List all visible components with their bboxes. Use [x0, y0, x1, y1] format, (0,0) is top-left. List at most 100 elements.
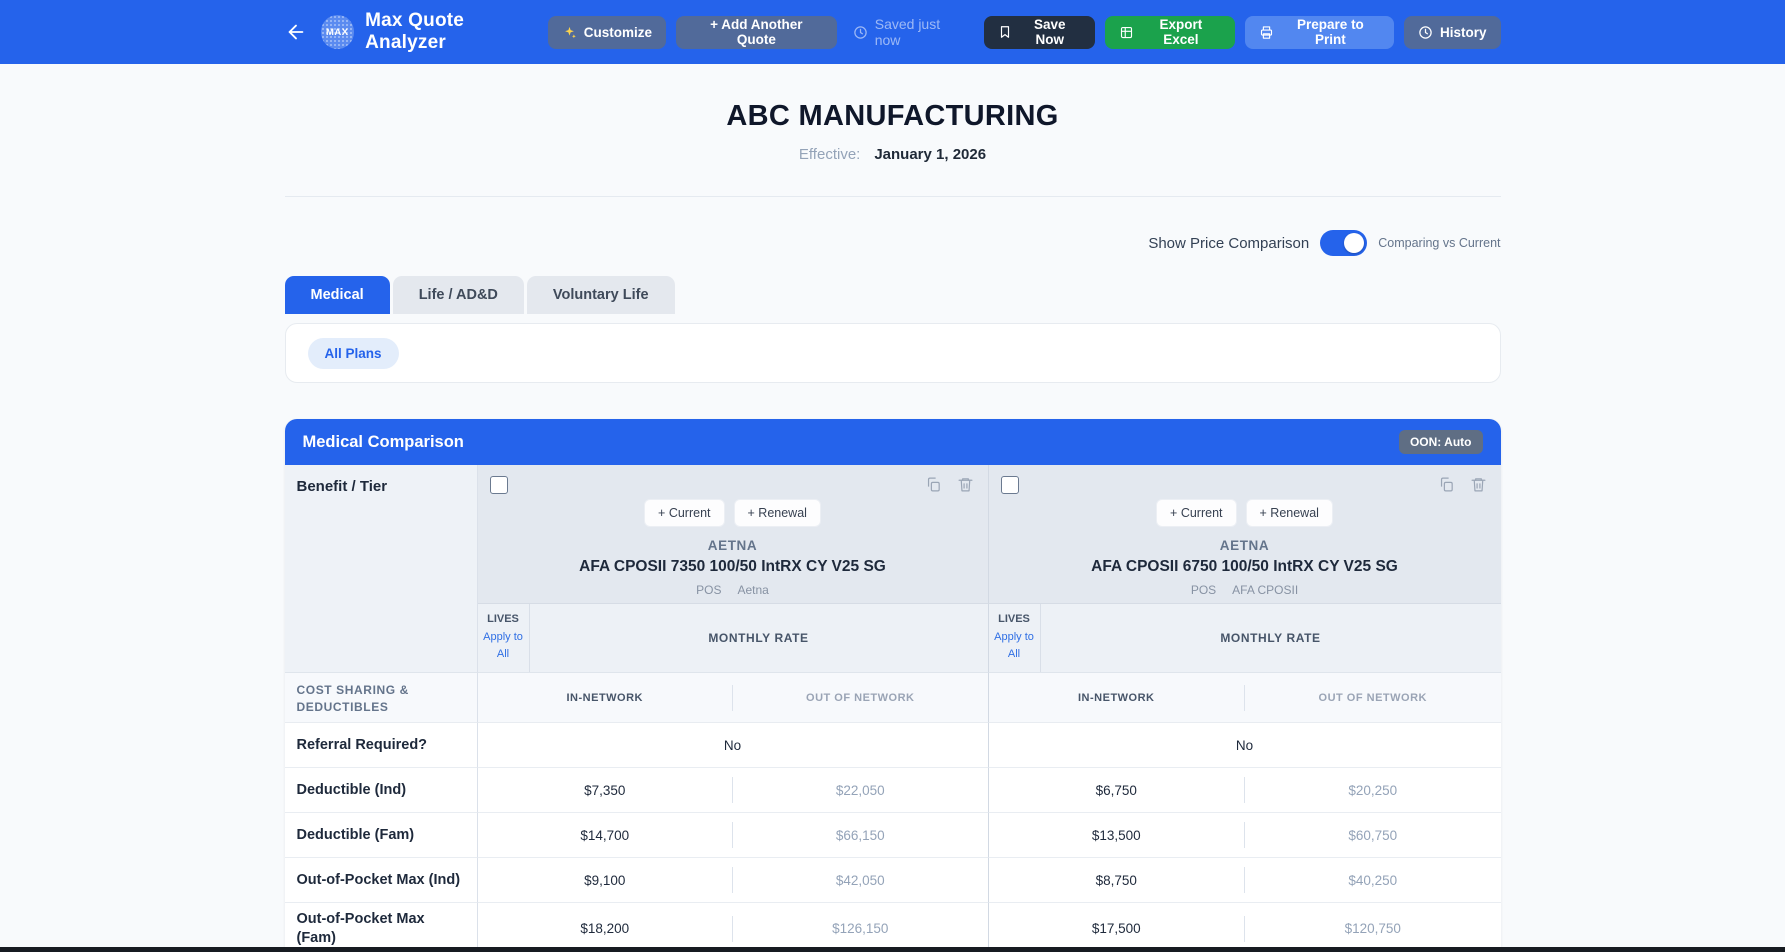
copy-icon[interactable]	[925, 476, 942, 493]
table-row-cell: $14,700 $66,150	[478, 813, 989, 858]
save-now-button[interactable]: Save Now	[984, 16, 1095, 49]
in-network-header: IN-NETWORK	[478, 673, 733, 722]
show-price-comparison-label: Show Price Comparison	[1148, 235, 1309, 252]
medical-comparison-panel: Medical Comparison OON: Auto Benefit / T…	[285, 419, 1501, 952]
tab-medical[interactable]: Medical	[285, 276, 390, 314]
add-current-button[interactable]: + Current	[644, 499, 724, 527]
effective-date-row: Effective: January 1, 2026	[285, 146, 1501, 163]
print-label: Prepare to Print	[1281, 17, 1380, 47]
save-now-label: Save Now	[1019, 17, 1081, 47]
prepare-to-print-button[interactable]: Prepare to Print	[1245, 16, 1394, 49]
table-row-cell: $18,200 $126,150	[478, 903, 989, 952]
cell-value-in-network: $14,700	[478, 813, 733, 857]
table-row-cell: $6,750 $20,250	[989, 768, 1501, 813]
plan-2-checkbox[interactable]	[1001, 476, 1019, 494]
export-excel-button[interactable]: Export Excel	[1105, 16, 1235, 49]
row-label: Deductible (Fam)	[285, 813, 478, 858]
clock-icon	[1418, 25, 1433, 40]
table-row-cell: $7,350 $22,050	[478, 768, 989, 813]
export-label: Export Excel	[1141, 17, 1221, 47]
network-headers-plan-1: IN-NETWORK OUT OF NETWORK	[478, 673, 989, 723]
cell-value-in-network: $6,750	[989, 768, 1245, 812]
apply-to-all-link[interactable]: Apply to All	[479, 629, 527, 663]
cell-value-out-network: $40,250	[1245, 858, 1501, 902]
benefit-tier-header: Benefit / Tier	[285, 465, 478, 673]
row-label: Out-of-Pocket Max (Ind)	[285, 858, 478, 903]
add-renewal-button[interactable]: + Renewal	[734, 499, 821, 527]
row-label: Deductible (Ind)	[285, 768, 478, 813]
app-title: Max Quote Analyzer	[365, 10, 548, 54]
section-divider	[285, 196, 1501, 197]
table-row-cell: $17,500 $120,750	[989, 903, 1501, 952]
copy-icon[interactable]	[1438, 476, 1455, 493]
toggle-knob	[1344, 233, 1364, 253]
plan-name: AFA CPOSII 6750 100/50 IntRX CY V25 SG	[989, 558, 1501, 576]
table-row-cell: No	[989, 723, 1501, 768]
add-another-quote-button[interactable]: + Add Another Quote	[676, 16, 837, 49]
all-plans-chip[interactable]: All Plans	[308, 338, 399, 369]
row-label: Referral Required?	[285, 723, 478, 768]
plan-carrier: AETNA	[478, 538, 988, 553]
cell-value-out-network: $22,050	[733, 768, 988, 812]
add-quote-label: + Add Another Quote	[690, 17, 823, 47]
show-price-comparison-toggle[interactable]	[1320, 230, 1367, 256]
top-navbar: MAX Max Quote Analyzer Customize + Add A…	[0, 0, 1785, 64]
table-row-cell: $9,100 $42,050	[478, 858, 989, 903]
cell-value-in-network: $7,350	[478, 768, 733, 812]
history-label: History	[1440, 25, 1487, 40]
cell-value-in-network: $17,500	[989, 903, 1245, 952]
plan-1-checkbox[interactable]	[490, 476, 508, 494]
saved-status: Saved just now	[847, 16, 974, 48]
cell-value-out-network: $60,750	[1245, 813, 1501, 857]
effective-label: Effective:	[799, 146, 860, 163]
back-button[interactable]	[285, 21, 307, 43]
tab-life-add[interactable]: Life / AD&D	[393, 276, 524, 314]
product-tabs: Medical Life / AD&D Voluntary Life	[285, 276, 1501, 314]
cell-value-out-network: $20,250	[1245, 768, 1501, 812]
apply-to-all-link[interactable]: Apply to All	[990, 629, 1038, 663]
comparing-note: Comparing vs Current	[1378, 236, 1500, 250]
plan-network-badge: Aetna	[737, 583, 768, 597]
add-current-button[interactable]: + Current	[1156, 499, 1236, 527]
history-button[interactable]: History	[1404, 16, 1501, 49]
sparkles-icon	[562, 25, 577, 40]
medical-comparison-header: Medical Comparison OON: Auto	[285, 419, 1501, 465]
cell-value-in-network: $9,100	[478, 858, 733, 902]
customize-button[interactable]: Customize	[548, 16, 666, 49]
customize-label: Customize	[584, 25, 652, 40]
lives-label: LIVES	[998, 613, 1030, 625]
lives-label: LIVES	[487, 613, 519, 625]
plan-name: AFA CPOSII 7350 100/50 IntRX CY V25 SG	[478, 558, 988, 576]
oon-auto-badge[interactable]: OON: Auto	[1399, 430, 1483, 454]
app-logo: MAX	[321, 15, 355, 49]
spreadsheet-icon	[1119, 25, 1134, 40]
cell-value-in-network: $13,500	[989, 813, 1245, 857]
trash-icon[interactable]	[957, 476, 974, 493]
cell-value-out-network: $126,150	[733, 903, 988, 952]
monthly-rate-label: MONTHLY RATE	[530, 604, 988, 672]
plan-carrier: AETNA	[989, 538, 1501, 553]
monthly-rate-label: MONTHLY RATE	[1041, 604, 1501, 672]
plan-header-1: + Current + Renewal AETNA AFA CPOSII 735…	[478, 465, 989, 604]
plan-filter-card: All Plans	[285, 323, 1501, 383]
in-network-header: IN-NETWORK	[989, 673, 1245, 722]
tab-voluntary-life[interactable]: Voluntary Life	[527, 276, 675, 314]
lives-rate-row-plan-2: LIVES Apply to All MONTHLY RATE	[989, 604, 1501, 673]
section-cost-sharing: COST SHARING & DEDUCTIBLES	[285, 673, 478, 723]
comparison-table: Benefit / Tier + Current + Renewal AETNA	[285, 465, 1501, 952]
page-title: ABC MANUFACTURING	[285, 100, 1501, 133]
price-comparison-controls: Show Price Comparison Comparing vs Curre…	[285, 230, 1501, 256]
plan-type-badge: POS	[696, 583, 721, 597]
cell-value-in-network: $18,200	[478, 903, 733, 952]
navbar-actions: Customize + Add Another Quote Saved just…	[548, 16, 1501, 49]
table-row-cell: $13,500 $60,750	[989, 813, 1501, 858]
cell-value-out-network: $120,750	[1245, 903, 1501, 952]
trash-icon[interactable]	[1470, 476, 1487, 493]
logo-text: MAX	[326, 27, 349, 38]
add-renewal-button[interactable]: + Renewal	[1246, 499, 1333, 527]
table-row-cell: No	[478, 723, 989, 768]
cell-value-out-network: $66,150	[733, 813, 988, 857]
out-of-network-header: OUT OF NETWORK	[1245, 673, 1501, 722]
saved-status-label: Saved just now	[875, 16, 968, 48]
printer-icon	[1259, 25, 1274, 40]
